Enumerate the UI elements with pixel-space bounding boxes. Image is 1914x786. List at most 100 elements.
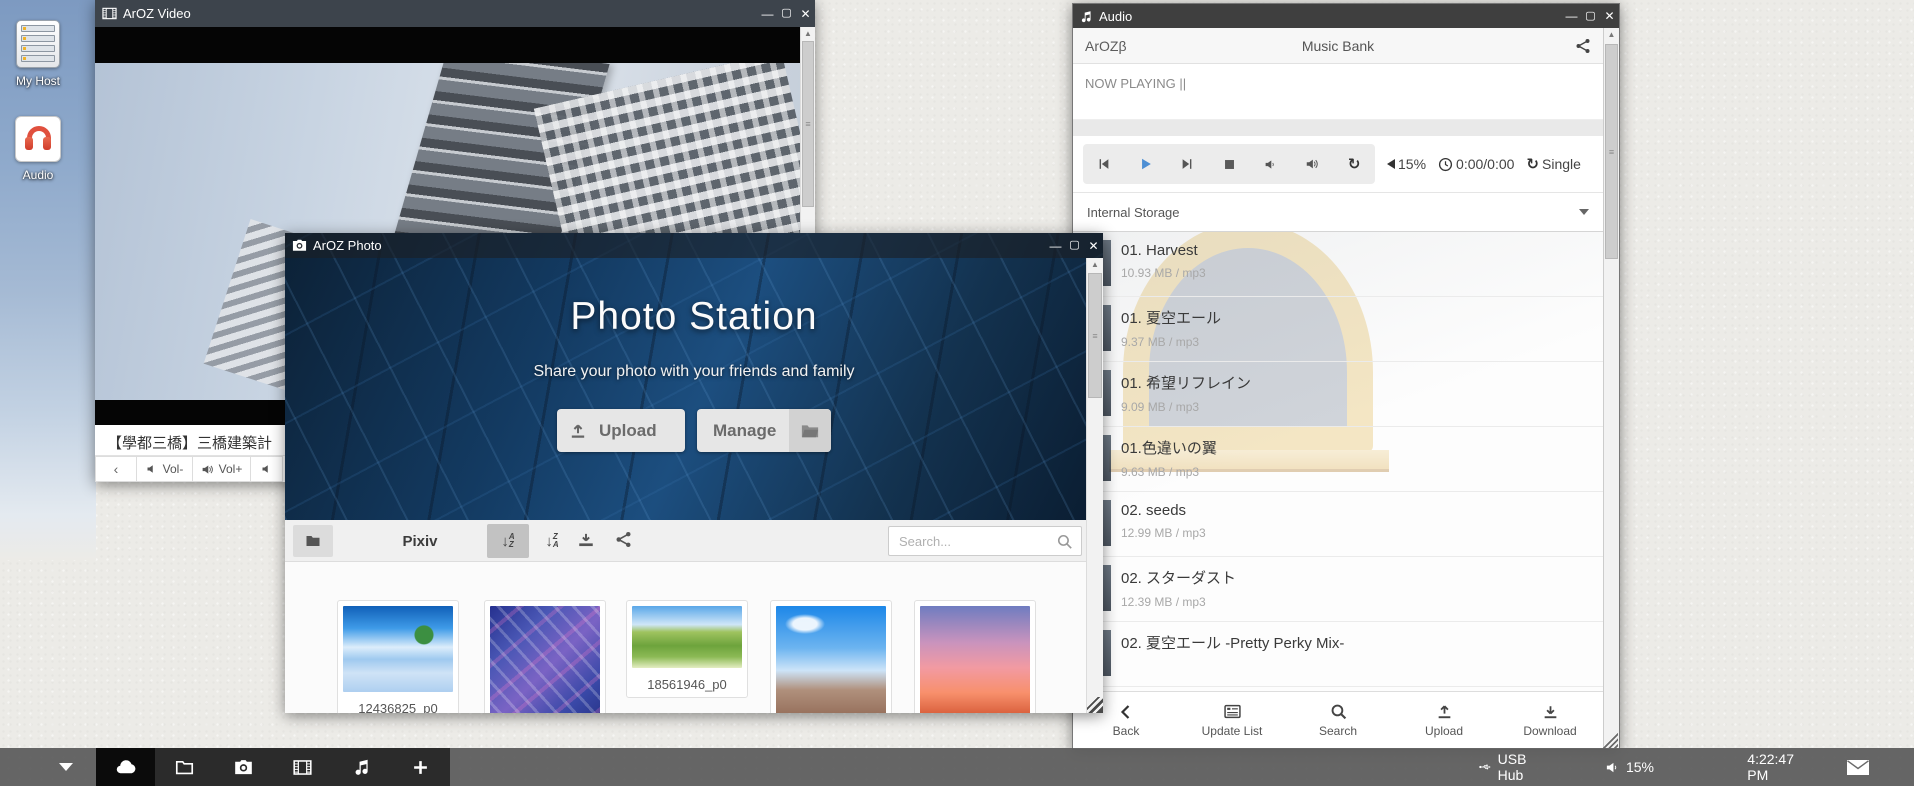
stop-button[interactable]	[1208, 144, 1250, 184]
time-indicator: 0:00/0:00	[1438, 156, 1514, 172]
photo-card[interactable]	[484, 600, 606, 713]
music-note-icon	[353, 758, 371, 776]
volume-up-icon[interactable]	[1292, 144, 1334, 184]
track-list: 01. Harvest 10.93 MB / mp3 01. 夏空エール 9.3…	[1073, 232, 1603, 693]
scrollbar-thumb[interactable]: ≡	[1088, 273, 1102, 398]
clock-text: 4:22:47 PM	[1747, 751, 1794, 783]
search-input[interactable]	[889, 527, 1081, 555]
back-button[interactable]: ‹	[95, 456, 137, 482]
usb-icon	[1479, 760, 1491, 774]
minimize-icon[interactable]: —	[758, 8, 777, 20]
photo-card[interactable]: 12436825_p0	[337, 600, 459, 713]
folder-button[interactable]	[293, 525, 333, 557]
desktop-icon-audio[interactable]: Audio	[0, 116, 76, 182]
scrollbar-thumb[interactable]: ≡	[802, 41, 814, 207]
photo-thumbnail	[632, 606, 742, 668]
storage-select[interactable]: Internal Storage	[1073, 192, 1603, 232]
list-icon	[1224, 703, 1241, 720]
volume-down-icon[interactable]	[1250, 144, 1292, 184]
maximize-icon[interactable]: ▢	[1581, 11, 1600, 22]
track-row[interactable]: 02. 夏空エール -Pretty Perky Mix-	[1073, 622, 1603, 687]
sort-descending-button[interactable]: ↓ZA	[531, 524, 573, 558]
audio-scrollbar[interactable]: ▲ ≡	[1603, 28, 1619, 749]
sort-ascending-button[interactable]: ↓AZ	[487, 524, 529, 558]
close-icon[interactable]: ✕	[1084, 240, 1103, 252]
track-row[interactable]: 01. Harvest 10.93 MB / mp3	[1073, 232, 1603, 297]
scrollbar-thumb[interactable]: ≡	[1605, 44, 1618, 259]
scroll-up-arrow[interactable]: ▲	[801, 27, 815, 41]
track-row[interactable]: 01. 夏空エール 9.37 MB / mp3	[1073, 297, 1603, 362]
play-button[interactable]	[1125, 144, 1167, 184]
photo-card[interactable]: 18561946_p0	[626, 600, 748, 698]
dock-item-add[interactable]	[391, 748, 450, 786]
photo-hero-banner: Photo Station Share your photo with your…	[285, 233, 1103, 520]
desktop-icon-my-host[interactable]: My Host	[0, 20, 76, 88]
video-window-titlebar[interactable]: ArOZ Video — ▢ ✕	[95, 0, 815, 27]
resize-handle[interactable]	[1087, 697, 1103, 713]
dock-item-video[interactable]	[273, 748, 332, 786]
next-track-button[interactable]	[1166, 144, 1208, 184]
search-icon	[1330, 703, 1347, 720]
refresh-icon[interactable]: ↻	[1333, 144, 1375, 184]
close-icon[interactable]: ✕	[1600, 10, 1619, 22]
upload-button[interactable]: Upload	[1391, 692, 1497, 749]
upload-button[interactable]: Upload	[557, 409, 685, 452]
photo-card[interactable]	[770, 600, 892, 713]
clock-tray-item[interactable]: 4:22:47 PM	[1747, 748, 1794, 786]
film-icon	[102, 6, 117, 21]
photo-grid: 12436825_p0 18561946_p0	[285, 562, 1086, 713]
film-icon	[293, 758, 312, 777]
download-button[interactable]	[577, 531, 595, 549]
search-button[interactable]: Search	[1285, 692, 1391, 749]
photo-thumbnail	[343, 606, 453, 692]
scroll-up-arrow[interactable]: ▲	[1604, 28, 1619, 42]
resize-handle[interactable]	[1603, 733, 1618, 748]
audio-bottom-toolbar: Back Update List Search Upload Download	[1073, 691, 1603, 749]
photo-window-titlebar[interactable]: ArOZ Photo — ▢ ✕	[285, 233, 1103, 258]
photo-scrollbar[interactable]: ▲ ≡	[1086, 258, 1103, 713]
caret-down-icon	[59, 763, 73, 771]
mail-tray-item[interactable]	[1846, 748, 1870, 786]
app-name-label: Music Bank	[1073, 38, 1603, 54]
dock-item-photo[interactable]	[214, 748, 273, 786]
volume-tray-item[interactable]: 15%	[1605, 748, 1654, 786]
dock-item-files[interactable]	[155, 748, 214, 786]
volume-up-button[interactable]: Vol+	[193, 456, 251, 482]
loop-mode[interactable]: ↻ Single	[1526, 155, 1581, 173]
folder-icon	[175, 758, 194, 777]
desktop: My Host Audio ArOZ Video — ▢ ✕ 【學都三橋】三橋建…	[0, 0, 1914, 786]
track-row[interactable]: 02. seeds 12.99 MB / mp3	[1073, 492, 1603, 557]
maximize-icon[interactable]: ▢	[777, 8, 796, 19]
share-icon[interactable]	[615, 531, 632, 548]
maximize-icon[interactable]: ▢	[1065, 240, 1084, 251]
search-icon[interactable]	[1056, 533, 1073, 550]
share-icon[interactable]	[1575, 38, 1591, 54]
taskbar: USB Hub 15% 4:22:47 PM	[0, 748, 1914, 786]
audio-window-title: Audio	[1099, 9, 1132, 24]
track-row[interactable]: 01. 希望リフレイン 9.09 MB / mp3	[1073, 362, 1603, 427]
track-row[interactable]: 01.色違いの翼 9.63 MB / mp3	[1073, 427, 1603, 492]
camera-icon	[292, 238, 307, 253]
track-row[interactable]: 02. スターダスト 12.39 MB / mp3	[1073, 557, 1603, 622]
download-button[interactable]: Download	[1497, 692, 1603, 749]
photo-card[interactable]	[914, 600, 1036, 713]
scroll-up-arrow[interactable]: ▲	[1087, 258, 1103, 272]
usb-tray-item[interactable]: USB Hub	[1479, 748, 1534, 786]
seek-strip[interactable]	[1073, 120, 1603, 136]
manage-button[interactable]: Manage	[697, 409, 831, 452]
dock-item-desktop[interactable]	[96, 748, 155, 786]
minimize-icon[interactable]: —	[1046, 240, 1065, 252]
minimize-icon[interactable]: —	[1562, 10, 1581, 22]
dock	[96, 748, 450, 786]
taskbar-expand-button[interactable]	[52, 748, 80, 786]
close-icon[interactable]: ✕	[796, 8, 815, 20]
audio-window-titlebar[interactable]: Audio — ▢ ✕	[1073, 4, 1619, 28]
previous-track-button[interactable]	[1083, 144, 1125, 184]
search-box	[888, 526, 1082, 556]
volume-down-button[interactable]: Vol-	[137, 456, 193, 482]
dock-item-music[interactable]	[332, 748, 391, 786]
update-list-button[interactable]: Update List	[1179, 692, 1285, 749]
photo-app-subtitle: Share your photo with your friends and f…	[285, 363, 1103, 381]
mute-button[interactable]	[251, 456, 283, 482]
video-window-title: ArOZ Video	[123, 6, 191, 21]
